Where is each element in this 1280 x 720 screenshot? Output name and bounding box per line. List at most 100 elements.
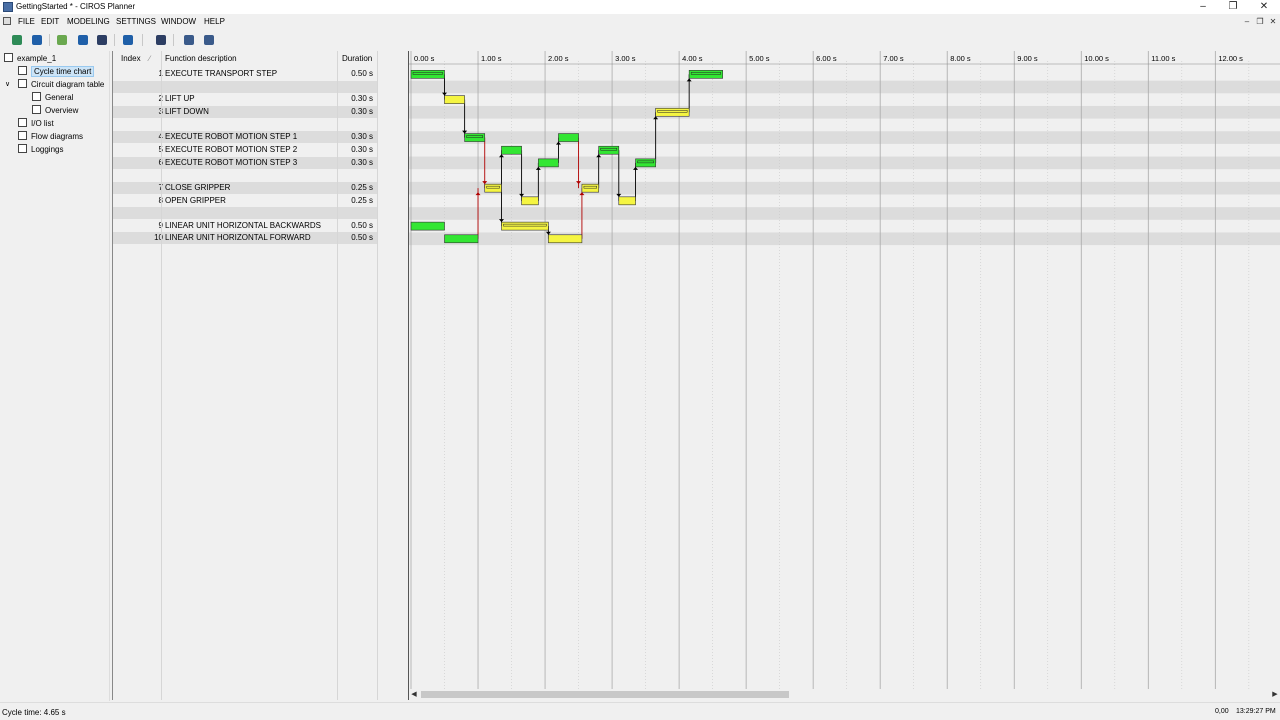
header-description[interactable]: Function description — [165, 53, 237, 65]
tree-item-label: Flow diagrams — [31, 132, 84, 141]
close-button[interactable]: ✕ — [1249, 0, 1279, 14]
gantt-bar — [548, 234, 583, 244]
chart-icon — [18, 66, 27, 75]
open-icon-glyph — [12, 35, 22, 45]
menu-window[interactable]: WINDOW — [161, 17, 196, 26]
save-icon-glyph — [32, 35, 42, 45]
toolbar-separator — [114, 34, 115, 46]
cell-description: LINEAR UNIT HORIZONTAL FORWARD — [165, 233, 311, 243]
link-arrow — [596, 154, 602, 158]
cell-duration: 0.50 s — [351, 220, 373, 230]
cell-duration: 0.30 s — [351, 157, 373, 167]
horizontal-scrollbar[interactable]: ◀ ▶ — [409, 689, 1280, 700]
minimize-button[interactable]: – — [1188, 0, 1218, 14]
cell-duration: 0.30 s — [351, 144, 373, 154]
cell-description: CLOSE GRIPPER — [165, 182, 231, 192]
help-icon-glyph — [123, 35, 133, 45]
header-duration[interactable]: Duration — [342, 53, 372, 65]
menu-help[interactable]: HELP — [204, 17, 225, 26]
title-bar: GettingStarted * - CIROS Planner – ❐ ✕ — [0, 0, 1280, 14]
menu-bar: FILE EDIT MODELING SETTINGS WINDOW HELP … — [0, 14, 1280, 28]
tree-item-flow-diagrams[interactable]: Flow diagrams — [18, 131, 83, 143]
export-icon-glyph — [204, 35, 214, 45]
header-index[interactable]: Index — [121, 53, 141, 65]
cell-duration: 0.25 s — [351, 182, 373, 192]
toolbar-separator — [49, 34, 50, 46]
menu-edit[interactable]: EDIT — [41, 17, 59, 26]
open-icon[interactable] — [10, 33, 24, 47]
mdi-close-button[interactable]: ✕ — [1268, 17, 1278, 27]
status-bar: Cycle time: 4.65 s 0,00 13:29:27 PM — [0, 702, 1280, 720]
tree-item-label: I/O list — [31, 119, 54, 128]
log-icon — [18, 144, 27, 153]
tree-item-cycle-time-chart[interactable]: Cycle time chart — [18, 66, 95, 78]
cell-description: EXECUTE ROBOT MOTION STEP 1 — [165, 132, 298, 142]
expand-chevron-icon[interactable]: ∨ — [5, 79, 10, 91]
time-axis-label: 6.00 s — [816, 54, 837, 63]
cell-description: LIFT UP — [165, 94, 195, 104]
flow-icon — [18, 131, 27, 140]
time-axis-label: 4.00 s — [682, 54, 703, 63]
cell-duration: 0.30 s — [351, 106, 373, 116]
tree-item-label: Loggings — [31, 145, 64, 154]
menu-file[interactable]: FILE — [18, 17, 35, 26]
scroll-right-icon[interactable]: ▶ — [1270, 689, 1280, 700]
chart-row-band — [409, 80, 1280, 94]
chart-row-band — [409, 181, 1280, 195]
paste-icon-glyph — [97, 35, 107, 45]
column-divider — [161, 51, 162, 700]
tree-item-loggings[interactable]: Loggings — [18, 144, 63, 156]
scroll-left-icon[interactable]: ◀ — [409, 689, 419, 700]
project-icon — [4, 53, 13, 62]
copy-icon[interactable] — [76, 33, 90, 47]
sort-indicator-icon[interactable]: ∕ — [149, 53, 150, 65]
gantt-bar — [538, 158, 559, 168]
table-icon — [18, 79, 27, 88]
system-menu-icon[interactable] — [3, 17, 11, 25]
time-axis-label: 10.00 s — [1084, 54, 1109, 63]
tree-item-overview[interactable]: Overview — [32, 105, 78, 117]
gantt-bar — [521, 196, 539, 206]
paste-icon[interactable] — [95, 33, 109, 47]
cut-icon[interactable] — [55, 33, 69, 47]
tree-item-i-o-list[interactable]: I/O list — [18, 118, 54, 130]
cell-duration: 0.30 s — [351, 94, 373, 104]
link-arrow — [498, 154, 504, 158]
menu-settings[interactable]: SETTINGS — [116, 17, 156, 26]
save-icon[interactable] — [30, 33, 44, 47]
window-icon[interactable] — [154, 33, 168, 47]
cell-description: LINEAR UNIT HORIZONTAL BACKWARDS — [165, 220, 322, 230]
tree-item-label: Circuit diagram table — [31, 80, 105, 89]
tree-item-general[interactable]: General — [32, 92, 73, 104]
cell-duration: 0.25 s — [351, 195, 373, 205]
cycle-time-chart[interactable]: 0.00 s 1.00 s 2.00 s 3.00 s 4.00 s 5.00 s 6.00… — [408, 51, 1280, 700]
cut-icon-glyph — [57, 35, 67, 45]
tree-item-circuit-diagram-table[interactable]: Circuit diagram table — [18, 79, 104, 91]
link-arrow — [686, 78, 692, 82]
tree-item-example-1[interactable]: example_1 — [4, 53, 56, 65]
user-icon[interactable] — [182, 33, 196, 47]
tree-item-label: example_1 — [17, 54, 57, 63]
chart-row-band — [409, 207, 1280, 220]
link-arrow — [616, 193, 622, 197]
gantt-bar — [558, 133, 579, 142]
menu-modeling[interactable]: MODELING — [67, 17, 110, 26]
status-value: 0,00 — [1215, 708, 1229, 715]
cell-description: EXECUTE ROBOT MOTION STEP 3 — [165, 157, 298, 167]
tree-item-label: Cycle time chart — [31, 66, 95, 77]
toolbar — [0, 30, 1280, 50]
mdi-minimize-button[interactable]: – — [1242, 17, 1252, 27]
scroll-thumb[interactable] — [421, 691, 789, 698]
gantt-bar — [444, 95, 465, 104]
export-icon[interactable] — [202, 33, 216, 47]
link-arrow — [442, 92, 448, 96]
window-icon-glyph — [156, 35, 166, 45]
cycle-time-status: Cycle time: 4.65 s — [2, 708, 66, 717]
help-icon[interactable] — [121, 33, 135, 47]
window-title: GettingStarted * - CIROS Planner — [16, 2, 136, 11]
link-arrow — [498, 219, 504, 223]
column-divider — [337, 51, 338, 700]
maximize-button[interactable]: ❐ — [1218, 0, 1248, 14]
cell-description: EXECUTE TRANSPORT STEP — [165, 69, 278, 78]
mdi-restore-button[interactable]: ❐ — [1255, 17, 1265, 27]
